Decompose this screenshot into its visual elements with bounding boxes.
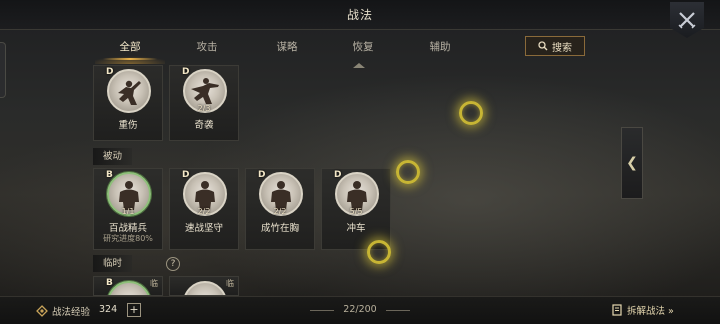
- skill-name: 速战坚守: [184, 223, 223, 234]
- tab-all[interactable]: 全部: [95, 36, 165, 64]
- help-icon[interactable]: ?: [166, 257, 180, 271]
- skill-card[interactable]: D 2/3 奇袭: [169, 65, 239, 141]
- close-icon: [678, 12, 696, 29]
- skill-emblem: [107, 281, 151, 295]
- exp-label-group: 战法经验: [36, 304, 90, 318]
- grade-label: B: [106, 170, 113, 180]
- skill-level: 2/2: [273, 207, 287, 216]
- section-label-temporary: 临时: [93, 255, 133, 272]
- tab-support[interactable]: 辅助: [405, 36, 475, 60]
- warrior-icon: [118, 80, 141, 105]
- skill-card[interactable]: 临: [169, 276, 239, 296]
- skill-level: 2/2: [197, 207, 211, 216]
- bottom-bar: 战法经验 324 + 22/200 拆解战法 »: [0, 296, 720, 324]
- scroll-up-indicator-icon: [353, 63, 365, 68]
- temporary-tag: 临: [226, 279, 234, 288]
- highlight-ring: [367, 240, 391, 264]
- skill-name: 冲车: [346, 223, 366, 234]
- disassemble-button[interactable]: 拆解战法 »: [612, 303, 674, 317]
- temporary-tag: 临: [150, 279, 158, 288]
- add-exp-button[interactable]: +: [127, 303, 141, 317]
- research-progress: 研究进度80%: [103, 234, 153, 243]
- skill-name: 奇袭: [194, 120, 214, 131]
- highlight-ring: [459, 101, 483, 125]
- left-drawer-handle[interactable]: [0, 42, 6, 98]
- title-bar: 战法: [0, 0, 720, 30]
- exp-value: 324: [99, 304, 118, 315]
- experience-icon: [36, 305, 48, 317]
- grade-label: D: [182, 170, 190, 180]
- disassemble-icon: [612, 304, 622, 316]
- skill-card[interactable]: D 2/2 速战坚守: [169, 168, 239, 250]
- close-button[interactable]: [670, 2, 704, 38]
- grade-label: D: [182, 67, 190, 77]
- skill-name: 百战精兵: [108, 223, 147, 234]
- search-label: 搜索: [552, 42, 572, 54]
- category-tabs: 全部 攻击 谋略 恢复 辅助: [95, 36, 500, 64]
- skill-card[interactable]: D 5/5 冲车: [321, 168, 391, 250]
- skill-emblem: [107, 69, 151, 113]
- exp-label: 战法经验: [52, 307, 91, 318]
- grade-label: D: [258, 170, 266, 180]
- tab-attack[interactable]: 攻击: [172, 36, 242, 60]
- page-title: 战法: [346, 8, 373, 22]
- skill-card[interactable]: B 临: [93, 276, 163, 296]
- chevron-left-icon: ❮: [626, 155, 638, 171]
- tab-strategy[interactable]: 谋略: [252, 36, 322, 60]
- skill-card[interactable]: B 1/1 百战精兵 研究进度80%: [93, 168, 163, 250]
- disassemble-label: 拆解战法 »: [627, 306, 674, 317]
- skill-emblem: [183, 281, 227, 295]
- skill-level: 2/3: [197, 104, 211, 113]
- search-button[interactable]: 搜索: [525, 36, 585, 56]
- skill-name: 重伤: [118, 120, 138, 131]
- search-icon: [538, 41, 548, 51]
- grade-label: D: [106, 67, 114, 77]
- skill-level: 1/1: [121, 207, 135, 216]
- grade-label: D: [334, 170, 342, 180]
- skill-level: 5/5: [349, 207, 363, 216]
- skill-capacity: 22/200: [300, 304, 420, 315]
- highlight-ring: [396, 160, 420, 184]
- section-label-passive: 被动: [93, 148, 133, 165]
- grade-label: B: [106, 278, 113, 288]
- expand-panel-button[interactable]: ❮: [621, 127, 643, 199]
- skill-name: 成竹在胸: [260, 223, 299, 234]
- skill-card[interactable]: D 2/2 成竹在胸: [245, 168, 315, 250]
- tab-recovery[interactable]: 恢复: [328, 36, 398, 60]
- skill-card[interactable]: D 重伤: [93, 65, 163, 141]
